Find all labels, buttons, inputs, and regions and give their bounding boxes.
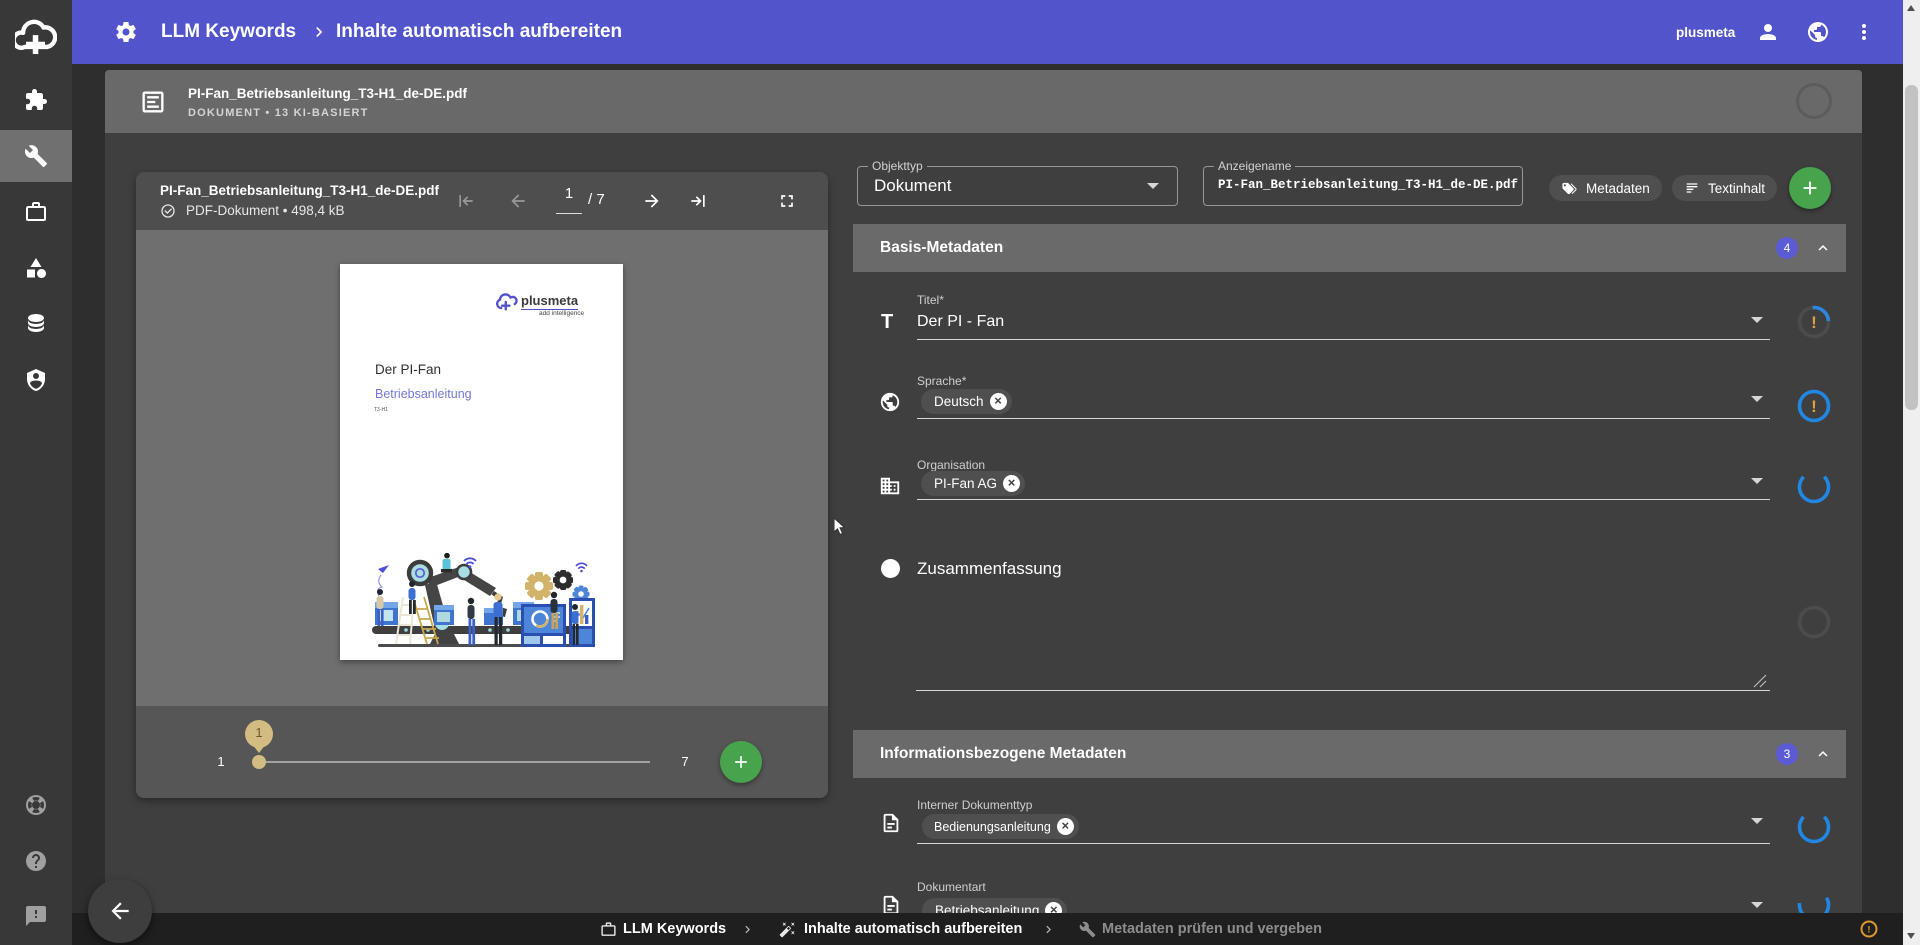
svg-text:!: ! — [1867, 925, 1870, 936]
svg-text:!: ! — [1811, 313, 1817, 332]
svg-text:!: ! — [1811, 397, 1817, 416]
